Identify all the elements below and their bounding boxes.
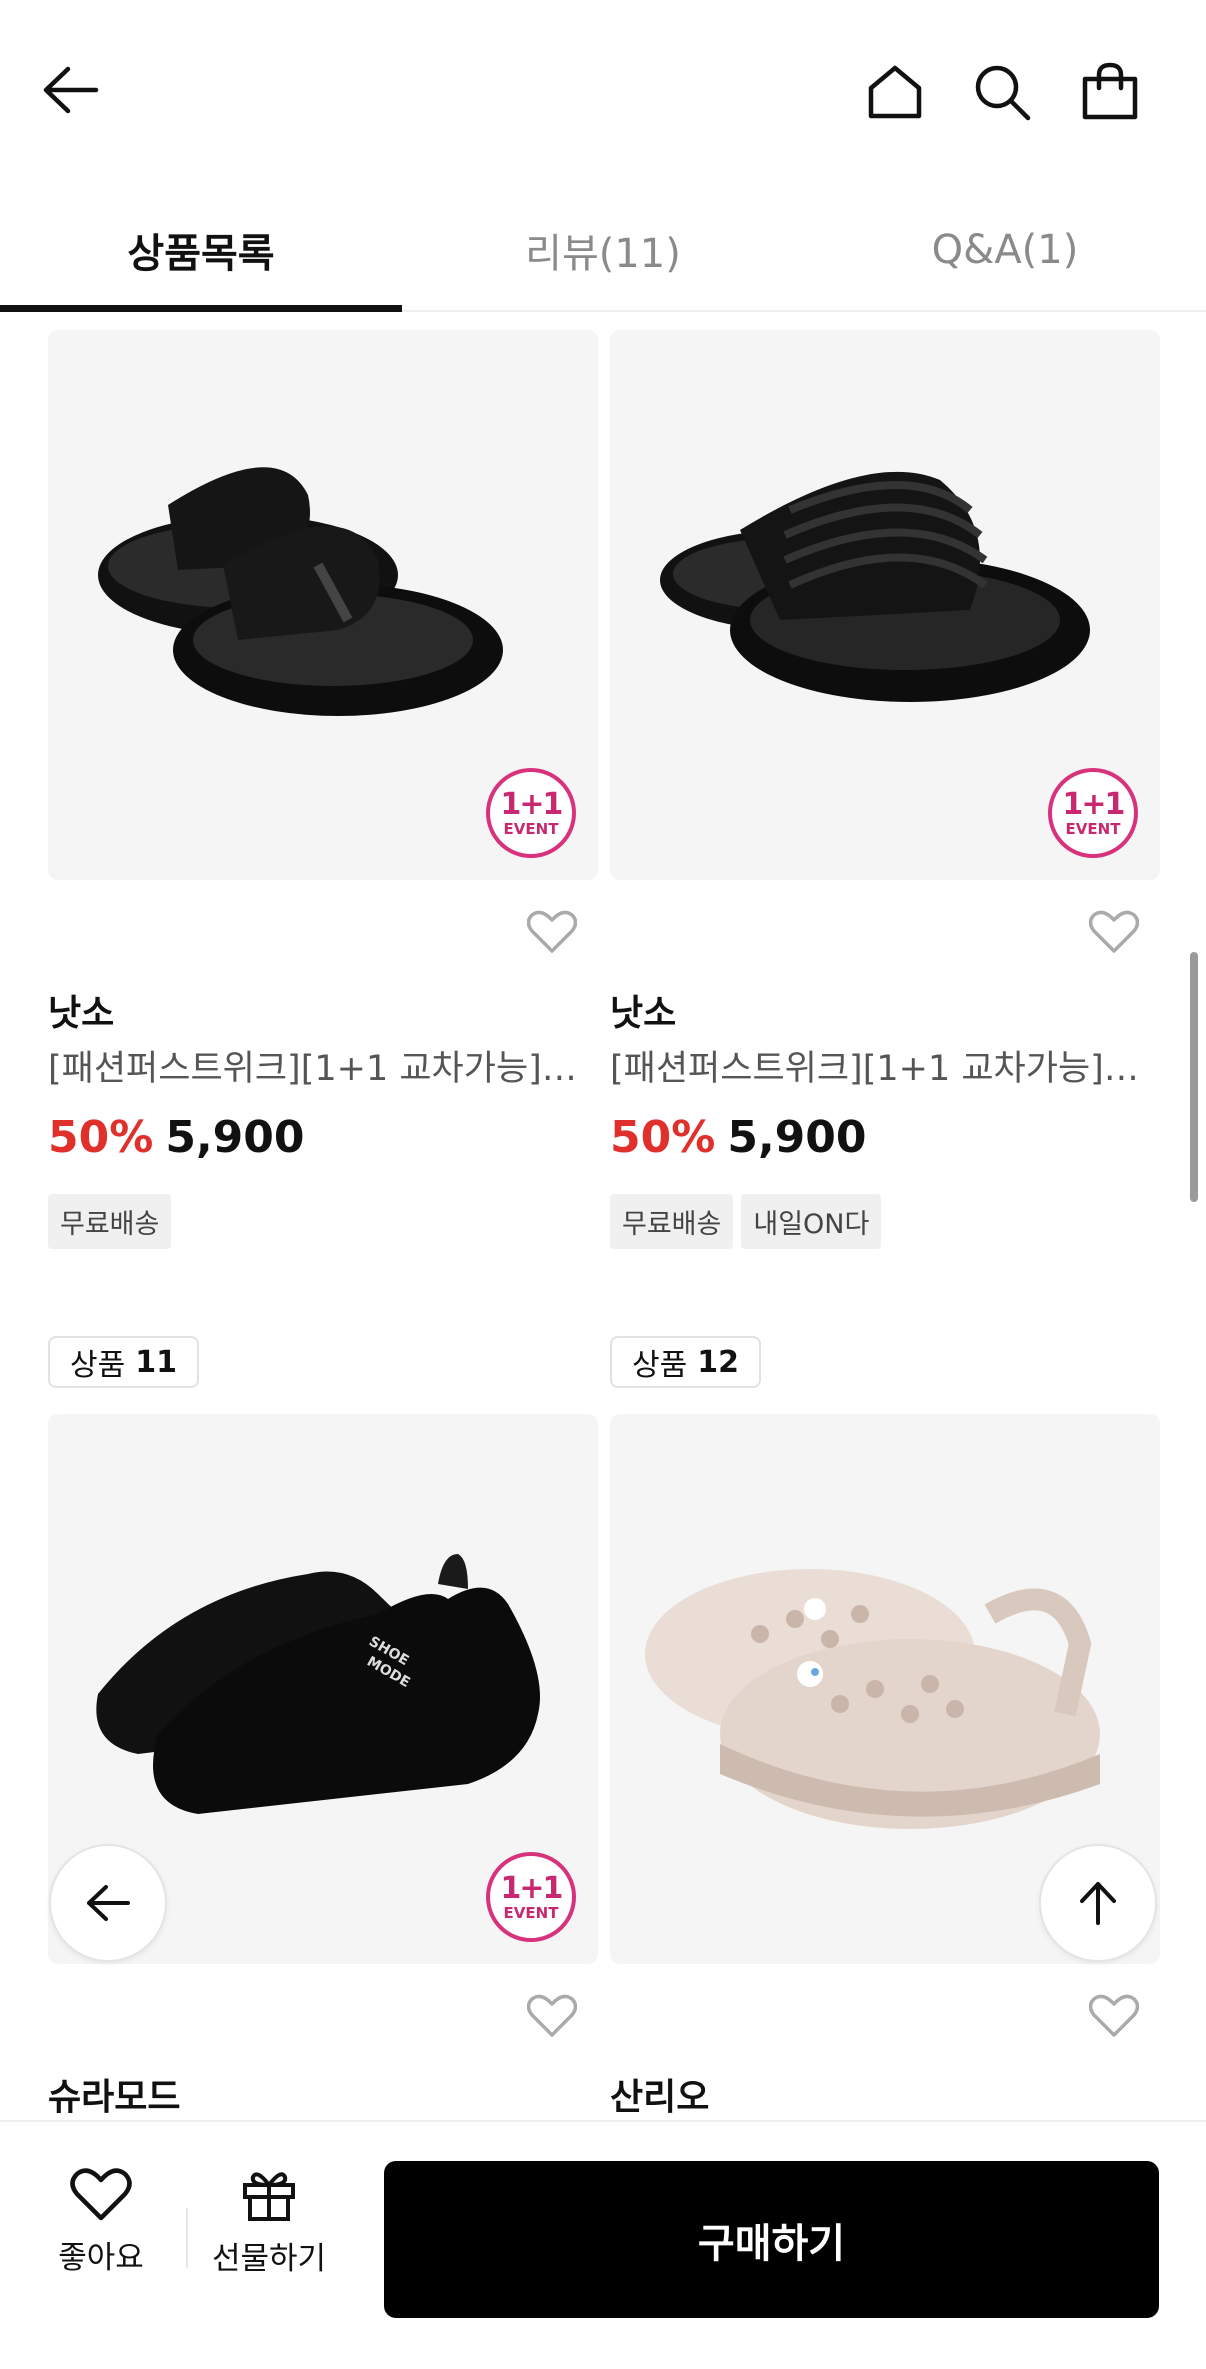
product-brand: 낫소 xyxy=(610,993,677,1034)
shopping-bag-icon[interactable] xyxy=(1070,52,1150,132)
tab-bar: 상품목록 리뷰(11) Q&A(1) xyxy=(0,190,1206,312)
product-tags: 무료배송 xyxy=(48,1194,172,1249)
left-arrow-icon xyxy=(87,1885,130,1921)
home-icon[interactable] xyxy=(855,52,935,132)
product-name: [패션퍼스트위크][1+1 교차가능]낫소 xyxy=(48,1049,598,1089)
tab-product-list[interactable]: 상품목록 xyxy=(0,190,402,312)
discount-rate: 50% xyxy=(48,1112,154,1163)
heart-icon[interactable] xyxy=(524,1988,580,2044)
like-label: 좋아요 xyxy=(58,2239,144,2276)
product-card[interactable]: 상품 12 산리오 xyxy=(610,1336,1160,2120)
product-image[interactable]: 1+1 EVENT xyxy=(48,330,598,880)
event-1plus1-badge: 1+1 EVENT xyxy=(1048,768,1138,858)
search-icon[interactable] xyxy=(962,52,1042,132)
product-brand: 슈라모드 xyxy=(48,2077,181,2118)
heart-icon[interactable] xyxy=(524,904,580,960)
event-1plus1-badge: 1+1 EVENT xyxy=(486,1852,576,1942)
event-1plus1-badge: 1+1 EVENT xyxy=(486,768,576,858)
tab-reviews[interactable]: 리뷰(11) xyxy=(402,190,804,310)
product-image[interactable]: 1+1 EVENT xyxy=(610,330,1160,880)
tag-free-shipping: 무료배송 xyxy=(48,1194,172,1249)
gift-label: 선물하기 xyxy=(211,2240,327,2277)
product-card[interactable]: 상품 11 SHOE MODE 1+1 EVENT 슈라모드 xyxy=(48,1336,598,2120)
bottom-action-bar: 좋아요 선물하기 구매하기 xyxy=(0,2120,1206,2369)
scrollbar[interactable] xyxy=(1190,952,1198,1202)
product-brand: 산리오 xyxy=(610,2077,710,2118)
divider xyxy=(186,2208,188,2268)
sale-price: 5,900 xyxy=(165,1112,305,1163)
tag-free-shipping: 무료배송 xyxy=(610,1194,734,1249)
sale-price: 5,900 xyxy=(727,1112,867,1163)
product-name: [패션퍼스트위크][1+1 교차가능]낫소 xyxy=(610,1049,1160,1089)
top-nav-bar xyxy=(0,0,1206,180)
product-tags: 무료배송 내일ON다 xyxy=(610,1194,882,1249)
tab-qna[interactable]: Q&A(1) xyxy=(804,190,1206,310)
gift-icon xyxy=(243,2171,295,2221)
tag-tomorrow-delivery: 내일ON다 xyxy=(741,1194,882,1249)
product-card[interactable]: 1+1 EVENT 낫소 [패션퍼스트위크][1+1 교차가능]낫소 50% 5,… xyxy=(610,330,1160,1249)
prev-arrow-button[interactable] xyxy=(49,1844,167,1962)
product-rank-label: 상품 11 xyxy=(48,1336,199,1388)
buy-button[interactable]: 구매하기 xyxy=(384,2161,1159,2318)
product-rank-label: 상품 12 xyxy=(610,1336,761,1388)
product-price: 50% 5,900 xyxy=(610,1112,867,1163)
scroll-top-button[interactable] xyxy=(1039,1844,1157,1962)
discount-rate: 50% xyxy=(610,1112,716,1163)
product-brand: 낫소 xyxy=(48,993,115,1034)
product-card[interactable]: 1+1 EVENT 낫소 [패션퍼스트위크][1+1 교차가능]낫소 50% 5,… xyxy=(48,330,598,1249)
back-arrow-icon[interactable] xyxy=(30,50,110,130)
gift-button[interactable]: 선물하기 xyxy=(194,2122,344,2322)
heart-icon[interactable] xyxy=(1086,1988,1142,2044)
up-arrow-icon xyxy=(1080,1882,1116,1925)
product-grid: 1+1 EVENT 낫소 [패션퍼스트위크][1+1 교차가능]낫소 50% 5,… xyxy=(0,312,1206,2120)
heart-icon xyxy=(70,2167,132,2220)
heart-icon[interactable] xyxy=(1086,904,1142,960)
like-button[interactable]: 좋아요 xyxy=(26,2122,176,2322)
product-price: 50% 5,900 xyxy=(48,1112,305,1163)
